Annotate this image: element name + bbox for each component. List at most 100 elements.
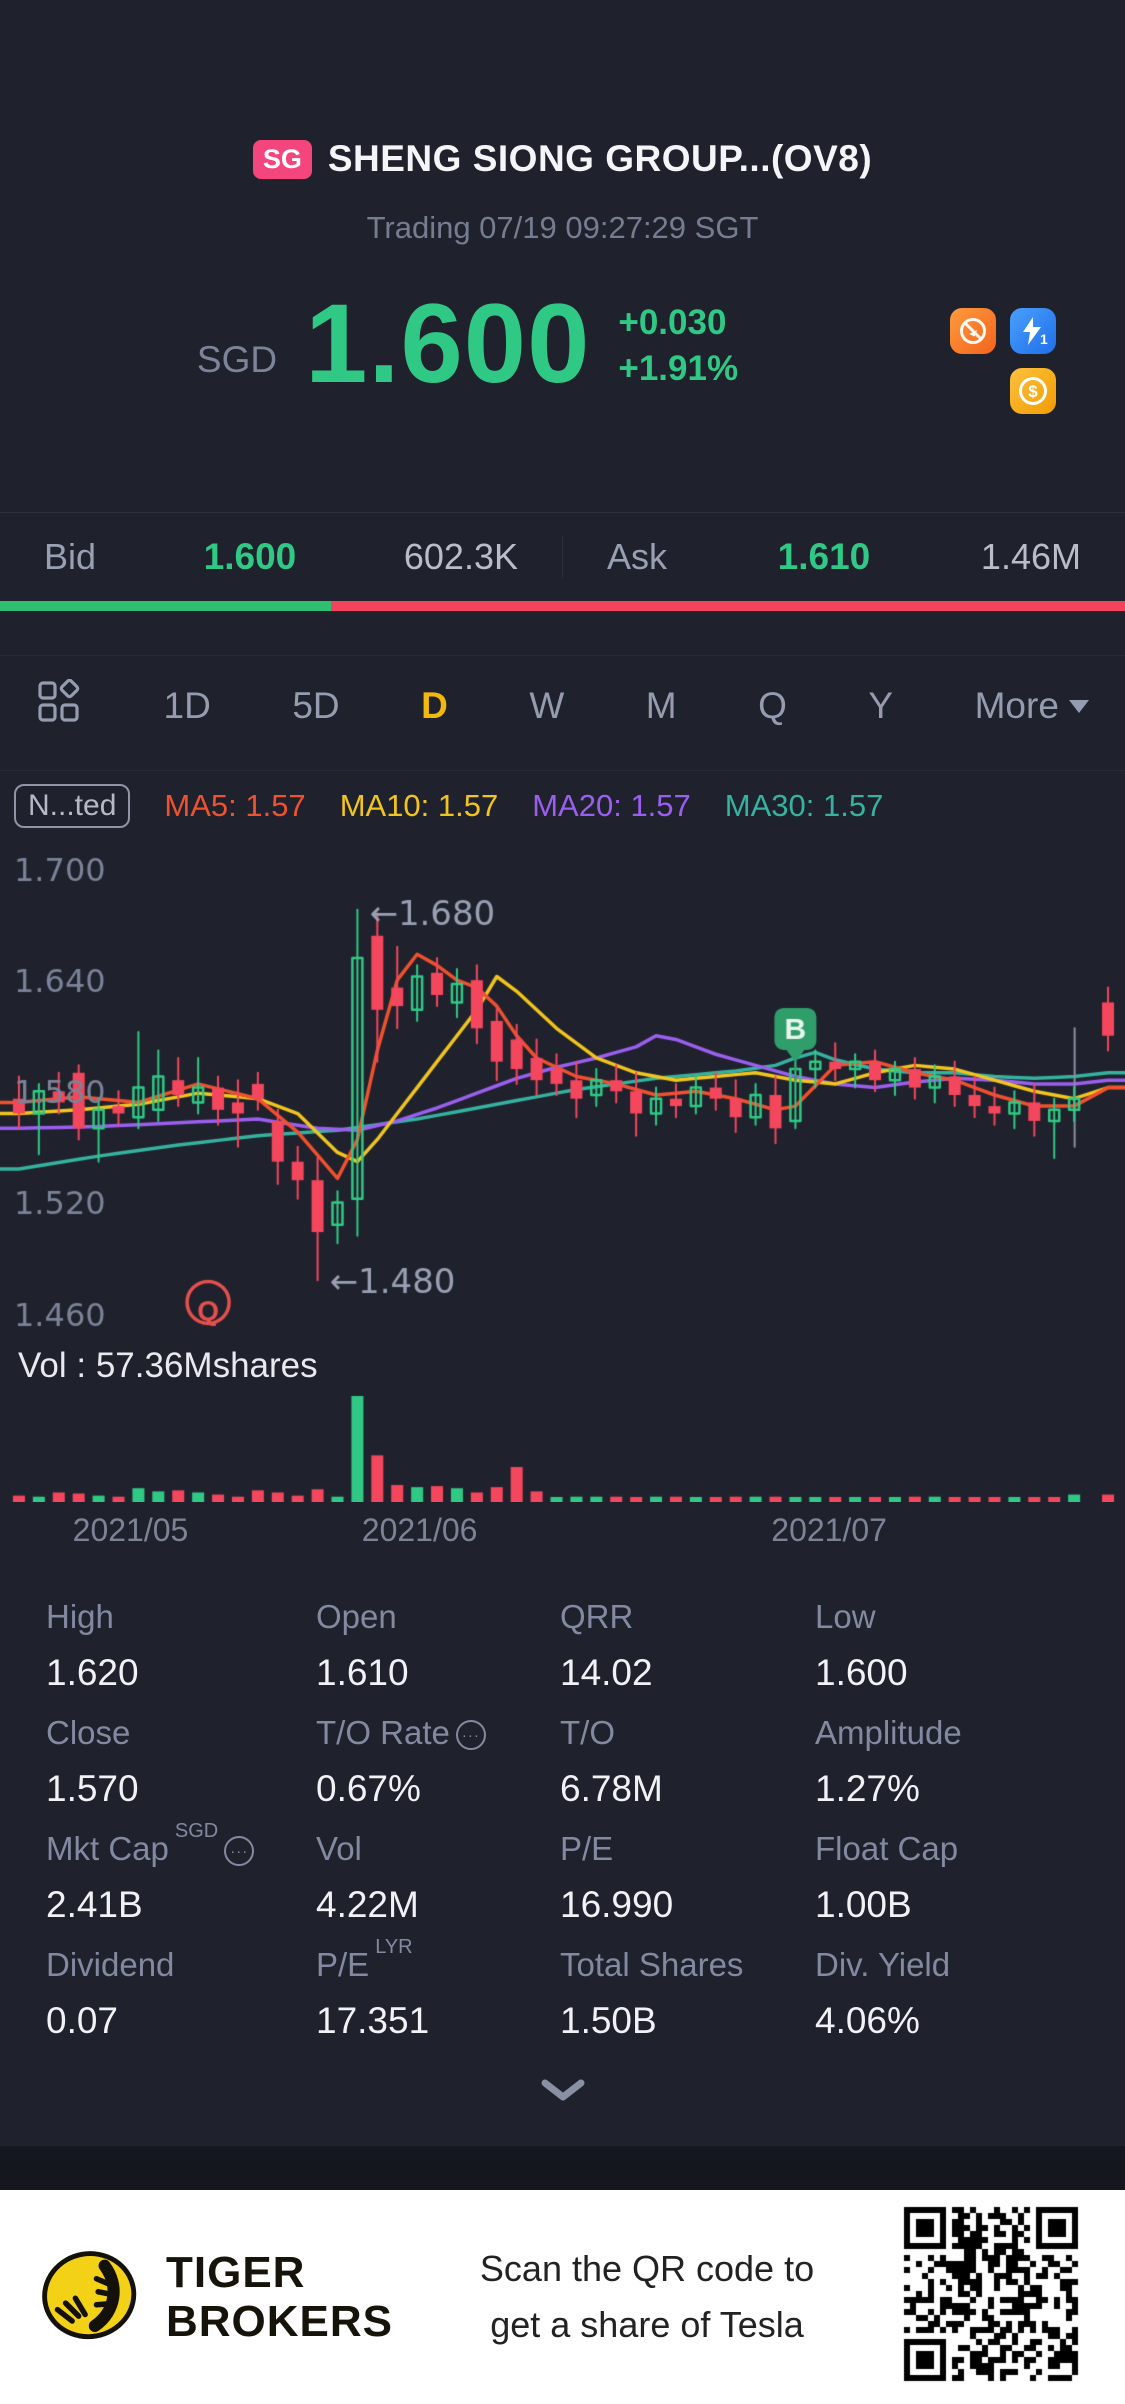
stat-p-e: P/E LYR 17.351	[316, 1936, 560, 2062]
promo-footer: TIGER BROKERS Scan the QR code to get a …	[0, 2190, 1125, 2404]
bid-size: 602.3K	[403, 536, 518, 577]
tab-period-5d[interactable]: 5D	[292, 685, 339, 727]
stat-value: 4.22M	[316, 1884, 419, 1925]
stat-label: Open	[316, 1598, 397, 1635]
brand-name: TIGER BROKERS	[166, 2247, 394, 2346]
ma-legend-ma30: MA30: 1.57	[724, 788, 884, 823]
info-icon[interactable]: ···	[455, 1720, 486, 1750]
stats-grid: High 1.620 Open 1.610 QRR 14.02 Low 1.600 Close 1…	[46, 1598, 1115, 2062]
qr-promo-text: Scan the QR code to get a share of Tesla	[479, 2248, 815, 2345]
ask-row[interactable]: Ask 1.610 1.46M	[563, 536, 1125, 578]
stat-amplitude: Amplitude 1.27%	[815, 1714, 1115, 1830]
stat-value: 1.570	[46, 1768, 139, 1809]
stat-value: 17.351	[316, 2000, 430, 2041]
bid-label: Bid	[44, 536, 97, 577]
bid-ratio-segment	[0, 601, 331, 611]
qr-code	[901, 2204, 1087, 2390]
x-tick-2021-07: 2021/07	[771, 1512, 887, 1548]
x-tick-2021-05: 2021/05	[72, 1512, 189, 1548]
ma-legend-ma10: MA10: 1.57	[339, 788, 499, 823]
stat-vol: Vol 4.22M	[316, 1830, 560, 1946]
quote-section: SGD 1.600 +0.030 +1.91% 1 $	[0, 287, 1125, 422]
ask-label: Ask	[607, 536, 668, 577]
stat-label: P/E	[316, 1946, 370, 1983]
currency-label: SGD	[196, 339, 278, 381]
bid-ask-ratio-bar	[0, 601, 1125, 611]
stat-value: 1.27%	[815, 1768, 920, 1809]
ask-price: 1.610	[777, 536, 871, 577]
stat-label: Dividend	[46, 1946, 175, 1983]
stat-low: Low 1.600	[815, 1598, 1115, 1714]
order-book: Bid 1.600 602.3K Ask 1.610 1.46M	[0, 512, 1125, 611]
stat-div-yield: Div. Yield 4.06%	[815, 1946, 1115, 2062]
stat-value: 2.41B	[46, 1884, 143, 1925]
stat-unit-superscript: LYR	[375, 1936, 413, 1958]
stat-value: 16.990	[560, 1884, 674, 1925]
tab-period-1d[interactable]: 1D	[164, 685, 211, 727]
stat-label: Div. Yield	[815, 1946, 951, 1983]
tab-period-m[interactable]: M	[646, 685, 677, 727]
stock-title: SHENG SIONG GROUP...(OV8)	[327, 138, 873, 179]
svg-text:1: 1	[1040, 331, 1048, 347]
tab-period-q[interactable]: Q	[758, 685, 787, 727]
ask-size: 1.46M	[980, 536, 1081, 577]
no-short-icon[interactable]	[950, 308, 996, 354]
market-flag-sg: SG	[252, 139, 312, 179]
stat-p-e: P/E 16.990	[560, 1830, 815, 1946]
flash-order-icon[interactable]: 1	[1010, 308, 1056, 354]
stat-label: Float Cap	[815, 1830, 959, 1867]
stat-mkt-cap: Mkt Cap SGD ··· 2.41B	[46, 1820, 316, 1946]
tab-period-w[interactable]: W	[529, 685, 564, 727]
stat-value: 1.00B	[815, 1884, 912, 1925]
chevron-down-icon	[541, 2079, 584, 2101]
tab-period-y[interactable]: Y	[868, 685, 893, 727]
stat-value: 0.67%	[316, 1768, 421, 1809]
stat-value: 1.620	[46, 1652, 139, 1693]
stat-label: Vol	[316, 1830, 362, 1867]
more-periods-button[interactable]: More	[975, 685, 1089, 727]
stock-header: SG SHENG SIONG GROUP...(OV8) Trading 07/…	[0, 138, 1125, 246]
stat-value: 1.610	[316, 1652, 409, 1693]
stat-float-cap: Float Cap 1.00B	[815, 1830, 1115, 1946]
stat-high: High 1.620	[46, 1598, 316, 1714]
stat-open: Open 1.610	[316, 1598, 560, 1714]
stat-value: 14.02	[560, 1652, 653, 1693]
stat-label: T/O	[560, 1714, 615, 1751]
dollar-reward-icon[interactable]: $	[1010, 368, 1056, 414]
section-divider-band	[0, 2146, 1125, 2190]
stat-label: Close	[46, 1714, 131, 1751]
stat-label: P/E	[560, 1830, 614, 1867]
period-tab-bar: 1D 5D D W M Q Y More	[0, 655, 1125, 756]
stat-label: QRR	[560, 1598, 634, 1635]
stat-label: Amplitude	[815, 1714, 962, 1751]
svg-text:$: $	[1028, 382, 1038, 401]
stat-label: Total Shares	[560, 1946, 744, 1983]
volume-readout: Vol : 57.36Mshares	[18, 1346, 318, 1385]
adjustment-toggle[interactable]: N...ted	[14, 784, 131, 828]
chart-type-grid-icon[interactable]	[36, 678, 82, 734]
x-axis-labels: 2021/05 2021/06 2021/07	[0, 1512, 1125, 1556]
stat-close: Close 1.570	[46, 1714, 316, 1830]
x-tick-2021-06: 2021/06	[361, 1512, 478, 1548]
tab-period-d[interactable]: D	[421, 685, 448, 727]
bid-price: 1.600	[203, 536, 297, 577]
indicator-bar: N...ted MA5: 1.57 MA10: 1.57 MA20: 1.57 MA3…	[0, 770, 1125, 841]
stat-unit-superscript: SGD	[174, 1820, 219, 1842]
stat-value: 4.06%	[815, 2000, 920, 2041]
ma-legend-ma5: MA5: 1.57	[164, 788, 306, 823]
stat-value: 6.78M	[560, 1768, 663, 1809]
price-change-percent: +1.91%	[618, 349, 739, 389]
chevron-down-icon	[1068, 699, 1089, 713]
ask-ratio-segment	[330, 601, 1125, 611]
price-change: +0.030	[618, 303, 727, 343]
expand-stats-button[interactable]	[0, 2078, 1125, 2104]
stat-t-o-rate: T/O Rate ··· 0.67%	[316, 1714, 560, 1830]
stat-value: 1.600	[815, 1652, 908, 1693]
stat-dividend: Dividend 0.07	[46, 1946, 316, 2062]
price-chart-canvas[interactable]	[0, 845, 1125, 1345]
stat-value: 0.07	[46, 2000, 119, 2041]
stat-t-o: T/O 6.78M	[560, 1714, 815, 1830]
info-icon[interactable]: ···	[224, 1836, 255, 1866]
bid-row[interactable]: Bid 1.600 602.3K	[0, 536, 563, 578]
volume-chart-canvas[interactable]	[0, 1392, 1125, 1502]
